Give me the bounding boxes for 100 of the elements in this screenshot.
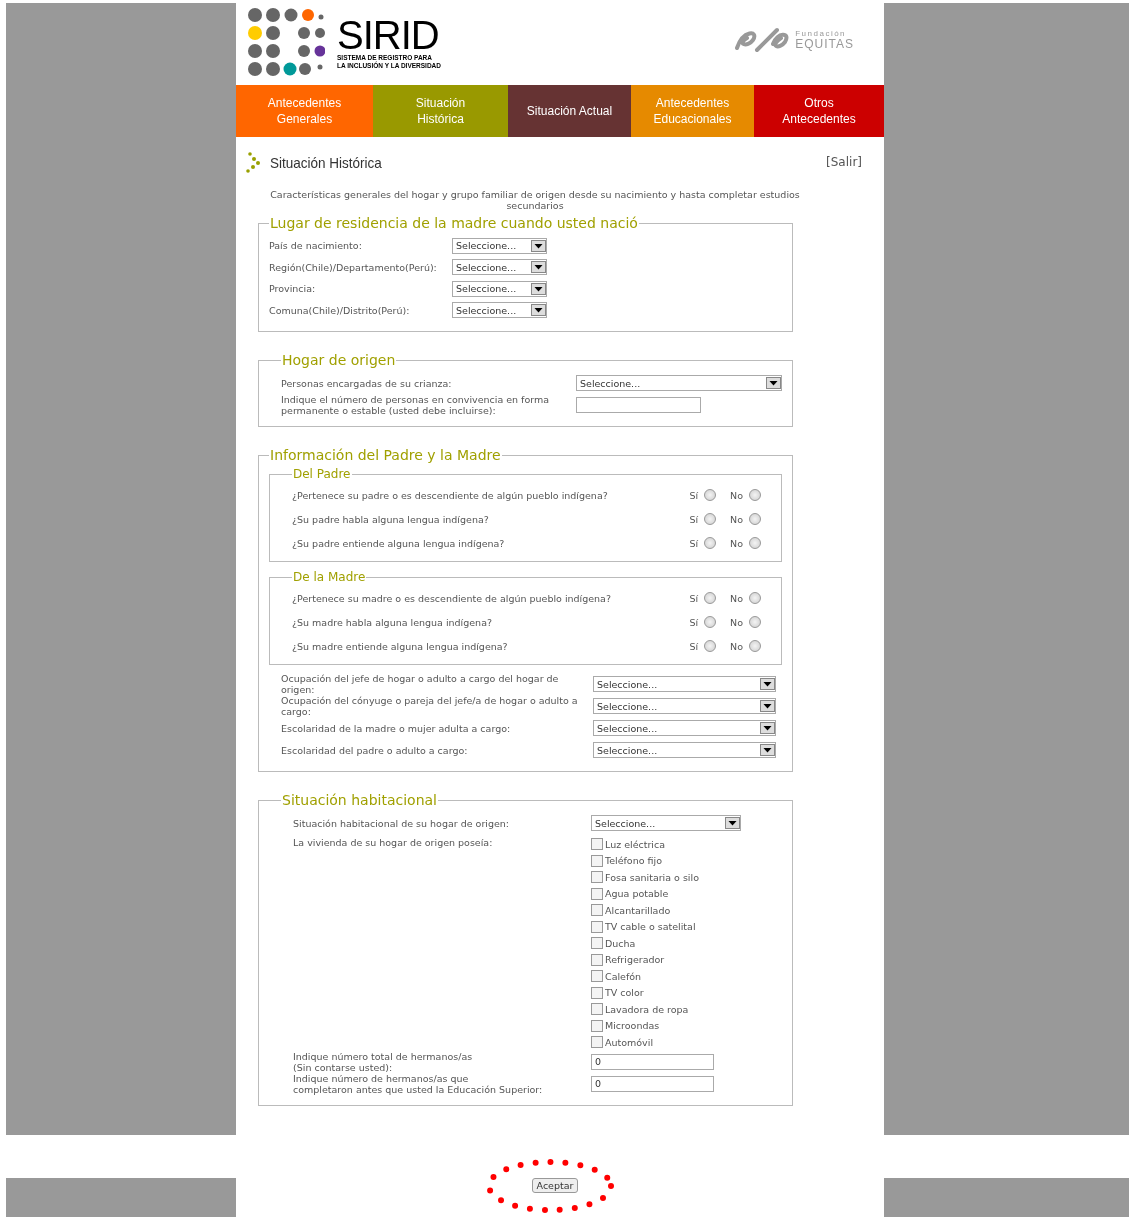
checkbox[interactable] [591,937,603,950]
section-legend: Información del Padre y la Madre [269,447,502,463]
radio-button[interactable] [704,592,717,604]
accept-button[interactable]: Aceptar [531,1178,579,1193]
field-label: Situación habitacional de su hogar de origen: [293,817,511,829]
text-field[interactable] [576,397,701,413]
checkbox-label: Fosa sanitaria o silo [605,871,699,883]
field-label: Provincia: [269,283,317,295]
caret-icon [531,261,546,274]
field-label: Indique número total de hermanos/as (Sin contarse usted): [293,1050,474,1073]
option-label: Sí [689,489,699,501]
dots-arrow-icon [246,151,260,173]
field-label: Comuna(Chile)/Distrito(Perú): [269,304,411,316]
select-field[interactable]: Seleccione... [452,302,547,319]
caret-icon [760,744,775,756]
checkbox[interactable] [591,1003,603,1016]
section-legend: Hogar de origen [281,352,397,368]
select-field[interactable]: Seleccione... [452,237,547,254]
section-legend: Situación habitacional [281,792,438,808]
option-label: No [730,616,743,628]
checkbox[interactable] [591,1019,603,1032]
checkbox-label: Lavadora de ropa [605,1003,689,1015]
field-label: Ocupación del jefe de hogar o adulto a cargo del hogar de origen: [281,673,560,695]
checkbox-label: Refrigerador [605,954,665,966]
caret-icon [531,239,546,252]
radio-button[interactable] [749,513,761,525]
field-label: Escolaridad del padre o adulto a cargo: [281,744,469,756]
option-label: No [730,513,743,525]
nav-tab[interactable]: Otros Antecedentes [754,85,884,137]
checkbox[interactable] [591,1036,603,1049]
checkbox[interactable] [591,953,603,966]
checkbox-label: Teléfono fijo [605,855,662,867]
page-title: Situación Histórica [270,153,383,171]
caret-icon [760,678,775,690]
radio-button[interactable] [749,640,761,652]
checkbox-label: Automóvil [605,1036,654,1048]
checkbox[interactable] [591,854,603,867]
section-legend: Lugar de residencia de la madre cuando usted nació [269,215,639,231]
radio-button[interactable] [749,537,761,549]
exit-link[interactable]: [Salir] [826,155,862,169]
radio-button[interactable] [704,513,717,525]
checkbox[interactable] [591,920,603,933]
question-text: ¿Su madre habla alguna lengua indígena? [292,616,493,628]
checkbox[interactable] [591,871,603,884]
checkbox[interactable] [591,986,603,999]
caret-icon [760,722,775,734]
option-label: Sí [689,513,699,525]
dots-logo-icon [247,6,325,79]
select-field[interactable]: Seleccione... [591,815,741,831]
option-label: No [730,640,743,652]
question-text: ¿Pertenece su madre o es descendiente de algún pueblo indígena? [292,592,612,604]
question-text: ¿Su madre entiende alguna lengua indígena? [292,640,509,652]
option-label: Sí [689,616,699,628]
subsection-legend: Del Padre [292,467,352,481]
caret-icon [725,817,740,829]
field-label: Región(Chile)/Departamento(Perú): [269,261,438,273]
field-label: Ocupación del cónyuge o pareja del jefe/a de hogar o adulto a cargo: [281,695,579,717]
option-label: No [730,489,743,501]
option-label: Sí [689,640,699,652]
option-label: Sí [689,537,699,549]
question-text: ¿Su padre entiende alguna lengua indígena? [292,537,506,549]
select-field[interactable]: Seleccione... [593,676,776,692]
checkbox-label: TV cable o satelital [605,921,696,933]
nav-tab[interactable]: Situación Actual [508,85,631,137]
checkbox[interactable] [591,838,603,851]
question-text: ¿Su padre habla alguna lengua indígena? [292,513,490,525]
field-label: La vivienda de su hogar de origen poseía: [293,837,494,848]
option-label: Sí [689,592,699,604]
checkbox-label: Ducha [605,937,636,949]
text-field[interactable]: 0 [591,1075,714,1092]
checkbox-label: TV color [605,987,644,999]
partner-tagline: Fundación [795,29,848,38]
partner-name: EQUITAS [795,38,854,50]
radio-button[interactable] [704,537,717,549]
radio-button[interactable] [704,640,717,652]
checkbox-label: Calefón [605,970,642,982]
checkbox-label: Luz eléctrica [605,838,666,850]
radio-button[interactable] [704,616,717,628]
select-field[interactable]: Seleccione... [593,720,776,736]
checkbox-label: Agua potable [605,888,669,900]
checkbox[interactable] [591,904,603,917]
select-field[interactable]: Seleccione... [452,259,547,276]
select-field[interactable]: Seleccione... [593,742,776,758]
select-field[interactable]: Seleccione... [452,280,547,297]
checkbox[interactable] [591,887,603,900]
select-field[interactable]: Seleccione... [576,375,782,391]
radio-button[interactable] [749,616,761,628]
checkbox[interactable] [591,970,603,983]
option-label: No [730,592,743,604]
logo-title: SIRID [337,15,440,54]
radio-button[interactable] [749,592,761,604]
field-label: Indique el número de personas en convivencia en forma permanente o estable (usted debe incluirse): [281,394,551,416]
field-label: Personas encargadas de su crianza: [281,377,453,389]
field-label: Indique número de hermanos/as que completaron antes que usted la Educación Superior: [293,1072,544,1095]
radio-button[interactable] [704,489,717,501]
text-field[interactable]: 0 [591,1053,714,1070]
caret-icon [531,282,546,295]
select-field[interactable]: Seleccione... [593,698,776,714]
field-label: Escolaridad de la madre o mujer adulta a cargo: [281,722,512,734]
radio-button[interactable] [749,489,761,501]
